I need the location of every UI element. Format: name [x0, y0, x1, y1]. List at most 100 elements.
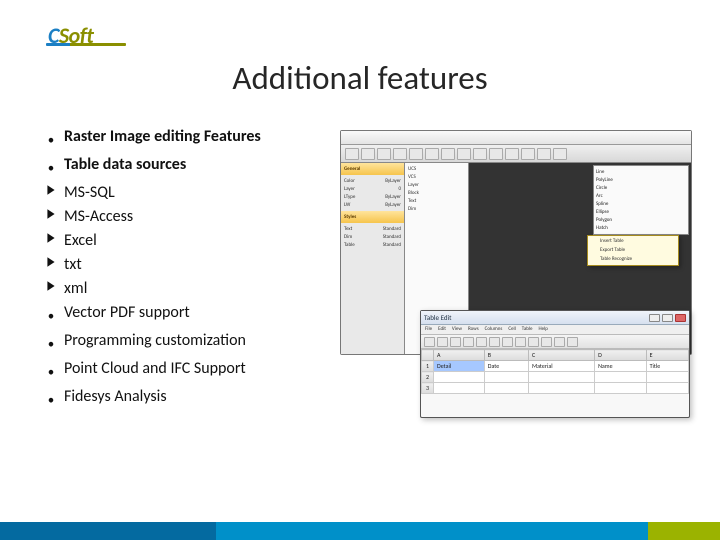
palette-item[interactable]: Arc: [596, 192, 686, 200]
list-item[interactable]: UCS: [408, 165, 465, 173]
toolbar-button[interactable]: [567, 337, 578, 347]
maximize-button[interactable]: [662, 314, 673, 322]
submenu-item[interactable]: Export Table: [590, 246, 676, 255]
column-header[interactable]: A: [434, 350, 485, 361]
menu-item[interactable]: Table: [522, 326, 533, 333]
property-key: Text: [344, 225, 352, 233]
menu-item[interactable]: Columns: [485, 326, 503, 333]
toolbar-button[interactable]: [489, 148, 503, 160]
toolbar-button[interactable]: [377, 148, 391, 160]
property-key: Layer: [344, 185, 355, 193]
toolbar-button[interactable]: [361, 148, 375, 160]
tool-palette: LinePolyLineCircleArcSplineEllipsePolygo…: [593, 165, 689, 235]
table-cell[interactable]: Title: [646, 361, 688, 372]
property-key: LW: [344, 201, 350, 209]
logo-underline: [46, 43, 126, 46]
menu-item[interactable]: Cell: [508, 326, 515, 333]
table-cell[interactable]: [528, 383, 594, 394]
toolbar-button[interactable]: [515, 337, 526, 347]
feature-item-text: MS-Access: [64, 206, 133, 228]
menu-item[interactable]: Rows: [468, 326, 479, 333]
property-key: Color: [344, 177, 355, 185]
toolbar-button[interactable]: [463, 337, 474, 347]
property-row: TableStandard: [344, 241, 401, 249]
toolbar-button[interactable]: [541, 337, 552, 347]
column-header[interactable]: B: [484, 350, 528, 361]
list-item[interactable]: Text: [408, 197, 465, 205]
table-cell[interactable]: [595, 372, 647, 383]
menu-item[interactable]: File: [425, 326, 432, 333]
menu-item[interactable]: Edit: [438, 326, 446, 333]
toolbar-button[interactable]: [502, 337, 513, 347]
table-cell[interactable]: Detail: [434, 361, 485, 372]
toolbar-button[interactable]: [441, 148, 455, 160]
palette-item[interactable]: Line: [596, 168, 686, 176]
feature-item-text: Point Cloud and IFC Support: [64, 358, 246, 380]
list-item[interactable]: VCS: [408, 173, 465, 181]
table-cell[interactable]: 1: [422, 361, 434, 372]
palette-item[interactable]: Polygon: [596, 216, 686, 224]
bullet-icon: •: [38, 358, 64, 384]
column-header[interactable]: D: [595, 350, 647, 361]
table-cell[interactable]: [595, 383, 647, 394]
minimize-button[interactable]: [649, 314, 660, 322]
footer-segment: [0, 522, 216, 540]
table-editor-window: Table Edit FileEditViewRowsColumnsCellTa…: [420, 310, 690, 418]
toolbar-button[interactable]: [489, 337, 500, 347]
table-cell[interactable]: [646, 383, 688, 394]
table-cell[interactable]: 3: [422, 383, 434, 394]
toolbar-button[interactable]: [450, 337, 461, 347]
toolbar-button[interactable]: [457, 148, 471, 160]
toolbar-button[interactable]: [521, 148, 535, 160]
submenu-item[interactable]: Table Recognize: [590, 255, 676, 264]
feature-list: •Raster Image editing Features•Table dat…: [38, 126, 378, 414]
toolbar-button[interactable]: [528, 337, 539, 347]
list-item[interactable]: Block: [408, 189, 465, 197]
palette-item[interactable]: Circle: [596, 184, 686, 192]
toolbar-button[interactable]: [345, 148, 359, 160]
toolbar-button[interactable]: [393, 148, 407, 160]
toolbar-button[interactable]: [537, 148, 551, 160]
palette-item[interactable]: Ellipse: [596, 208, 686, 216]
column-header[interactable]: E: [646, 350, 688, 361]
menu-item[interactable]: View: [452, 326, 462, 333]
table-editor-grid[interactable]: ABCDE 1DetailDateMaterialNameTitle 23: [421, 349, 689, 394]
table-cell[interactable]: [484, 372, 528, 383]
list-item[interactable]: Layer: [408, 181, 465, 189]
palette-item[interactable]: PolyLine: [596, 176, 686, 184]
property-value: Standard: [383, 233, 401, 241]
list-item[interactable]: Dim: [408, 205, 465, 213]
table-cell[interactable]: [528, 372, 594, 383]
table-cell[interactable]: [434, 383, 485, 394]
toolbar-button[interactable]: [473, 148, 487, 160]
palette-item[interactable]: Spline: [596, 200, 686, 208]
property-value: ByLayer: [385, 193, 401, 201]
table-cell[interactable]: [484, 383, 528, 394]
table-cell[interactable]: Material: [528, 361, 594, 372]
toolbar-button[interactable]: [409, 148, 423, 160]
toolbar-button[interactable]: [554, 337, 565, 347]
toolbar-button[interactable]: [505, 148, 519, 160]
toolbar-button[interactable]: [476, 337, 487, 347]
toolbar-button[interactable]: [424, 337, 435, 347]
table-cell[interactable]: Date: [484, 361, 528, 372]
table-cell[interactable]: Name: [595, 361, 647, 372]
property-row: LTypeByLayer: [344, 193, 401, 201]
toolbar-button[interactable]: [425, 148, 439, 160]
toolbar-button[interactable]: [553, 148, 567, 160]
slide: CSoft Additional features •Raster Image …: [0, 0, 720, 540]
palette-item[interactable]: Hatch: [596, 224, 686, 232]
column-header[interactable]: [422, 350, 434, 361]
table-row: 3: [422, 383, 689, 394]
table-cell[interactable]: [434, 372, 485, 383]
column-header[interactable]: C: [528, 350, 594, 361]
bullet-icon: •: [38, 302, 64, 328]
feature-item: •Vector PDF support: [38, 302, 378, 328]
feature-item-text: Table data sources: [64, 154, 186, 176]
table-cell[interactable]: [646, 372, 688, 383]
submenu-item[interactable]: Insert Table: [590, 237, 676, 246]
table-cell[interactable]: 2: [422, 372, 434, 383]
menu-item[interactable]: Help: [538, 326, 547, 333]
close-button[interactable]: [675, 314, 686, 322]
toolbar-button[interactable]: [437, 337, 448, 347]
